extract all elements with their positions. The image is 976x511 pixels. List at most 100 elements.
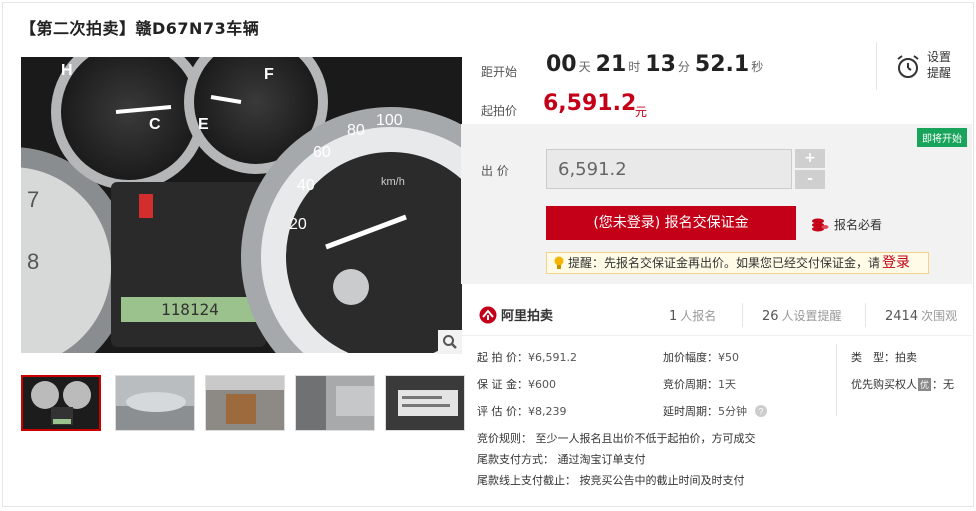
speed-unit-label: km/h	[381, 176, 405, 188]
signups-count: 1	[669, 309, 678, 324]
info-value: 拍卖	[895, 351, 917, 364]
info-value: 1天	[718, 378, 736, 391]
info-type: 类 型：拍卖	[851, 349, 917, 365]
zoom-button[interactable]	[438, 330, 462, 354]
info-key: 保 证 金：	[477, 378, 528, 391]
bid-stepper: + -	[795, 149, 825, 189]
login-tip: 提醒：先报名交保证金再出价。如果您已经交付保证金，请 登录	[546, 252, 929, 274]
info-appraisal: 评 估 价：¥8,239	[477, 403, 567, 419]
info-priority: 优先购买权人 优 ：无	[851, 376, 954, 392]
speed-label-60: 60	[313, 144, 331, 161]
thumbnail-1[interactable]	[21, 375, 101, 431]
info-key: 延时周期：	[663, 405, 718, 418]
info-value: ¥600	[528, 378, 556, 391]
views-label: 次围观	[921, 309, 958, 323]
hours-unit: 时	[628, 60, 641, 74]
info-key: 竞价周期：	[663, 378, 718, 391]
svg-text:?: ?	[758, 407, 763, 417]
start-price-value: 6,591.2	[543, 91, 637, 116]
speed-label-40: 40	[297, 177, 315, 194]
must-read-label: 报名必看	[834, 218, 883, 232]
signups-stat: 1 人报名	[669, 307, 716, 324]
reminders-count: 26	[762, 309, 779, 324]
bid-panel: 即将开始 出 价 + - (您未登录) 报名交保证金 报名必看 提醒：先报名交保…	[461, 124, 972, 284]
thumbnail-2[interactable]	[115, 375, 195, 431]
alarm-clock-icon	[897, 55, 919, 78]
brand-name: 阿里拍卖	[501, 309, 554, 324]
signups-label: 人报名	[680, 309, 717, 323]
seconds-unit: 秒	[751, 60, 764, 74]
info-value: ¥8,239	[528, 405, 567, 418]
info-key: 起 拍 价：	[477, 351, 528, 364]
payment-method: 尾款支付方式： 通过淘宝订单支付	[477, 453, 646, 466]
thumbnail-5[interactable]	[385, 375, 465, 431]
increase-button[interactable]: +	[795, 149, 825, 168]
payment-deadline: 尾款线上支付截止： 按竞买公告中的截止时间及时支付	[477, 474, 745, 487]
info-deposit: 保 证 金：¥600	[477, 376, 556, 392]
countdown-timer: 00 天 21 时 13 分 52.1 秒	[546, 52, 768, 77]
info-increment: 加价幅度：¥50	[663, 349, 739, 365]
stats-divider	[865, 303, 866, 327]
dashboard-photo: H C E F 80 100 60 40 20 7 8 km/h 118124	[21, 57, 462, 353]
thumbnail-3[interactable]	[205, 375, 285, 431]
info-start-price: 起 拍 价：¥6,591.2	[477, 349, 577, 365]
page-title: 【第二次拍卖】赣D67N73车辆	[20, 19, 260, 38]
speed-label-20: 20	[289, 216, 307, 233]
gauge-label-c: C	[149, 116, 161, 133]
speed-label-80: 80	[347, 122, 365, 139]
stats-divider	[742, 303, 743, 327]
register-deposit-button[interactable]: (您未登录) 报名交保证金	[546, 206, 796, 240]
info-delay: 延时周期： 5分钟 ?	[663, 403, 767, 419]
start-price-unit: 元	[635, 105, 648, 119]
ali-auction-brand: 阿里拍卖	[479, 305, 553, 324]
coins-icon	[812, 218, 829, 231]
tach-label-8: 8	[27, 249, 39, 274]
magnifier-icon	[443, 335, 457, 349]
start-price-label: 起拍价	[481, 104, 518, 118]
speed-label-100: 100	[376, 112, 403, 129]
tach-label-7: 7	[27, 187, 39, 212]
login-link[interactable]: 登录	[882, 253, 910, 273]
bid-rule: 竞价规则： 至少一人报名且出价不低于起拍价，方可成交	[477, 432, 756, 445]
reminders-stat: 26 人设置提醒	[762, 307, 842, 324]
info-key: 类 型：	[851, 351, 895, 364]
bid-amount-input[interactable]	[546, 149, 792, 189]
thumbnail-4[interactable]	[295, 375, 375, 431]
minutes-unit: 分	[677, 60, 690, 74]
odometer-reading: 118124	[161, 300, 219, 319]
countdown-days: 00	[546, 52, 577, 77]
ali-auction-logo-icon	[479, 306, 497, 323]
stats-bar: 阿里拍卖 1 人报名 26 人设置提醒 2414 次围观	[461, 293, 972, 336]
must-read-link[interactable]: 报名必看	[811, 216, 882, 233]
info-key: 优先购买权人	[851, 378, 917, 391]
set-reminder-button[interactable]: 设置提醒	[876, 42, 973, 90]
gauge-label-f: F	[264, 66, 274, 83]
info-divider	[836, 344, 837, 416]
days-unit: 天	[578, 60, 591, 74]
info-key: 加价幅度：	[663, 351, 718, 364]
set-reminder-label: 设置提醒	[927, 50, 952, 80]
countdown-minutes: 13	[645, 52, 676, 77]
info-cycle: 竞价周期：1天	[663, 376, 736, 392]
countdown-hours: 21	[595, 52, 627, 77]
gauge-label-h: H	[61, 62, 73, 79]
info-value: 5分钟	[718, 405, 747, 418]
tip-text: 提醒：先报名交保证金再出价。如果您已经交付保证金，请	[568, 256, 881, 270]
views-count: 2414	[885, 309, 919, 324]
info-value: ¥50	[718, 351, 739, 364]
lightbulb-icon	[554, 256, 564, 269]
info-value: ：无	[932, 378, 955, 391]
bid-label: 出 价	[481, 164, 509, 178]
reminders-label: 人设置提醒	[781, 309, 842, 323]
countdown-label: 距开始	[481, 65, 518, 79]
help-icon[interactable]: ?	[755, 405, 767, 417]
info-key: 评 估 价：	[477, 405, 528, 418]
decrease-button[interactable]: -	[795, 170, 825, 189]
main-photo[interactable]: H C E F 80 100 60 40 20 7 8 km/h 118124	[21, 57, 462, 353]
info-value: ¥6,591.2	[528, 351, 577, 364]
thumbnail-strip	[21, 375, 465, 431]
gauge-label-e: E	[198, 116, 209, 133]
views-stat: 2414 次围观	[885, 307, 957, 324]
countdown-seconds: 52.1	[694, 52, 750, 77]
priority-badge[interactable]: 优	[918, 377, 932, 391]
